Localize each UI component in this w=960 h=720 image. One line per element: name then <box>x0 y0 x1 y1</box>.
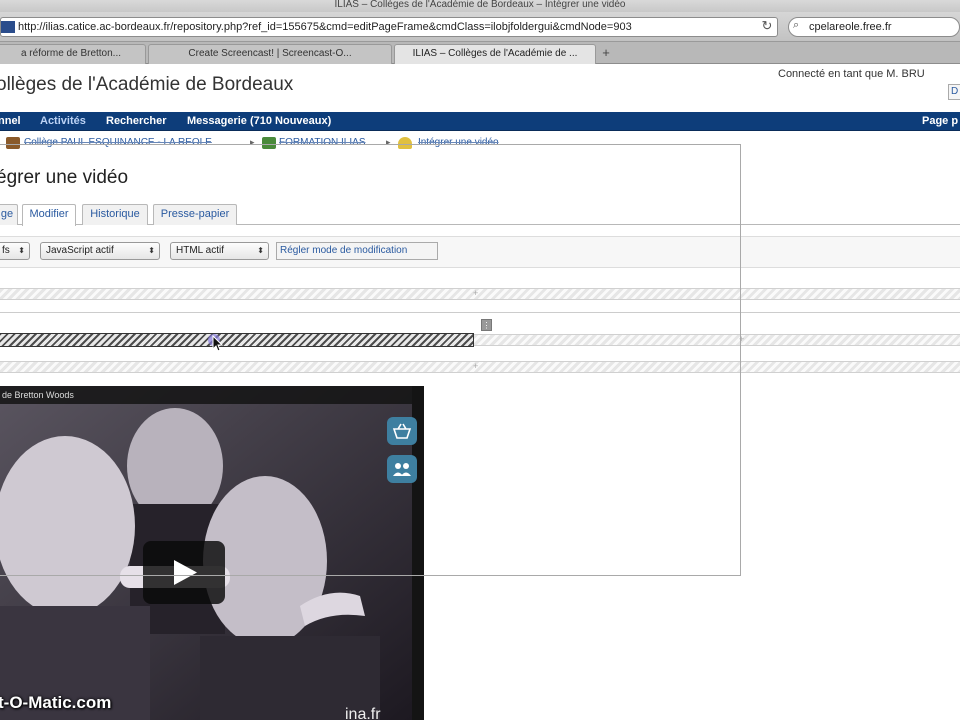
breadcrumb-formation[interactable]: FORMATION ILIAS <box>279 137 366 148</box>
tab-modifier[interactable]: Modifier <box>22 204 76 226</box>
search-icon: ⌕ <box>793 19 800 31</box>
tab-page[interactable]: ge <box>0 204 18 225</box>
select-offset[interactable]: fs ⬍ <box>0 242 30 260</box>
breadcrumb-separator: ▸ <box>250 137 255 147</box>
select-value: HTML actif <box>176 245 224 256</box>
screencast-watermark: t-O-Matic.com <box>0 693 112 712</box>
browser-tab-bretton[interactable]: a réforme de Bretton... <box>0 44 146 64</box>
folder-icon <box>398 137 412 149</box>
screen: ILIAS – Collèges de l'Académie de Bordea… <box>0 0 960 720</box>
address-url: http://ilias.catice.ac-bordeaux.fr/repos… <box>18 21 632 33</box>
logout-button[interactable]: D <box>948 84 960 100</box>
selected-insert-zone[interactable] <box>0 333 474 347</box>
select-value: JavaScript actif <box>46 245 114 256</box>
chevron-updown-icon: ⬍ <box>257 246 264 255</box>
chevron-updown-icon: ⬍ <box>18 246 25 255</box>
basket-icon[interactable] <box>387 417 417 445</box>
nav-item-rechercher[interactable]: Rechercher <box>106 114 167 129</box>
video-title: de Bretton Woods <box>0 386 424 404</box>
add-content-icon[interactable]: + <box>739 334 744 344</box>
edit-mode-button[interactable]: Régler mode de modification <box>276 242 438 260</box>
site-favicon-icon <box>1 21 15 34</box>
tab-presse-papier[interactable]: Presse-papier <box>153 204 237 225</box>
tab-historique[interactable]: Historique <box>82 204 148 225</box>
ina-watermark: ina.fr <box>345 706 381 720</box>
nav-item-activites[interactable]: Activités <box>40 114 86 129</box>
user-info: Connecté en tant que M. BRU <box>778 68 925 80</box>
course-icon <box>262 137 276 149</box>
mouse-cursor-icon <box>208 334 224 352</box>
divider <box>0 312 960 313</box>
school-icon <box>6 137 20 149</box>
select-html[interactable]: HTML actif ⬍ <box>170 242 269 260</box>
select-javascript[interactable]: JavaScript actif ⬍ <box>40 242 160 260</box>
select-value: fs <box>2 245 10 256</box>
page-title: égrer une vidéo <box>0 167 129 188</box>
new-tab-button[interactable]: + <box>598 46 614 62</box>
breadcrumb-current[interactable]: Intégrer une vidéo <box>418 137 499 148</box>
nav-item-personnel[interactable]: nnel <box>0 114 21 129</box>
add-content-icon[interactable]: + <box>473 288 478 298</box>
browser-tab-screencast[interactable]: Create Screencast! | Screencast-O... <box>148 44 392 64</box>
play-button[interactable] <box>143 541 225 604</box>
insert-zone-middle[interactable] <box>474 334 960 346</box>
browser-tab-ilias[interactable]: ILIAS – Collèges de l'Académie de ... <box>394 44 596 64</box>
share-icon[interactable] <box>387 455 417 483</box>
insert-zone-bottom[interactable] <box>0 361 960 373</box>
breadcrumb-college[interactable]: Collège PAUL ESQUINANCE - LA REOLE <box>24 137 212 148</box>
reload-icon[interactable]: ↻ <box>760 18 774 34</box>
drag-handle-icon[interactable]: ⋮ <box>481 319 492 331</box>
insert-zone-top[interactable] <box>0 288 960 300</box>
chevron-updown-icon: ⬍ <box>148 246 155 255</box>
nav-item-page[interactable]: Page p <box>922 114 958 129</box>
site-title: ollèges de l'Académie de Bordeaux <box>0 74 294 95</box>
breadcrumb-separator: ▸ <box>386 137 391 147</box>
window-title: ILIAS – Collèges de l'Académie de Bordea… <box>0 0 960 12</box>
nav-item-messagerie[interactable]: Messagerie (710 Nouveaux) <box>187 114 331 129</box>
search-input[interactable]: cpelareole.free.fr <box>788 17 960 37</box>
address-bar[interactable]: http://ilias.catice.ac-bordeaux.fr/repos… <box>0 17 778 37</box>
add-content-icon[interactable]: + <box>473 361 478 371</box>
